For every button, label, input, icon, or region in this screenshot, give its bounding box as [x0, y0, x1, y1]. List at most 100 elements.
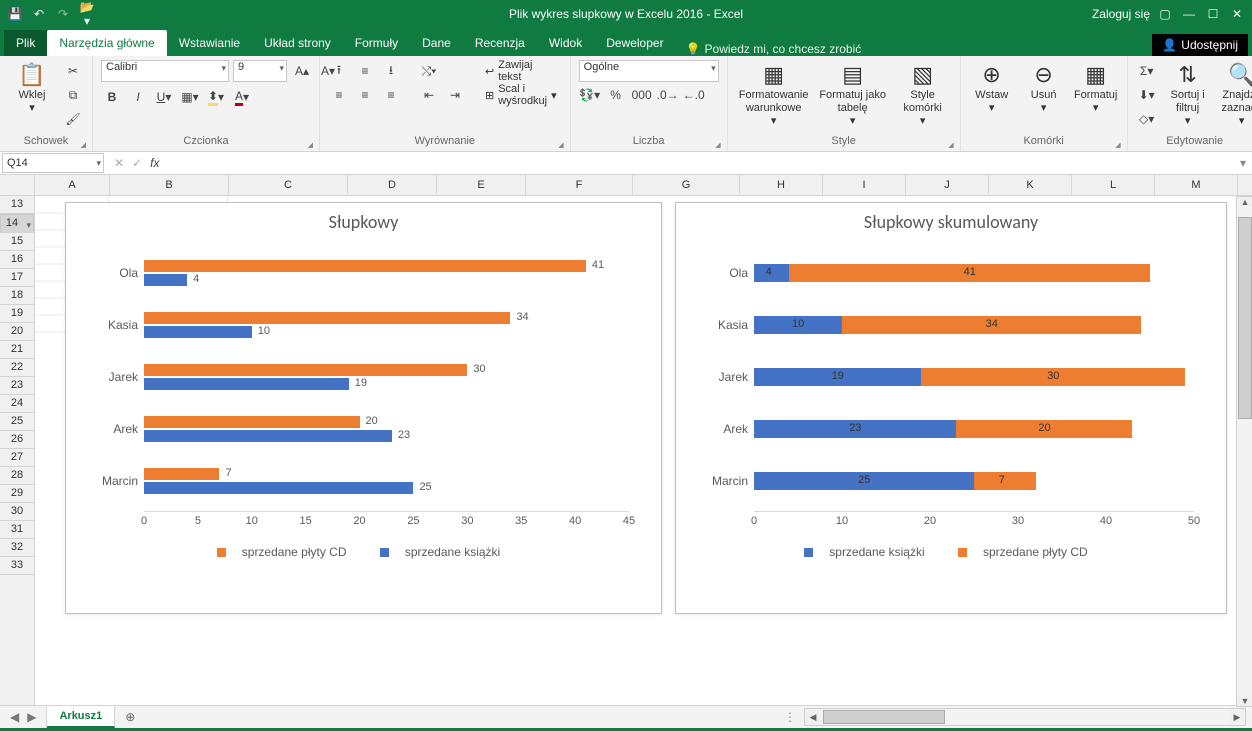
- fill-color-button[interactable]: ⬍▾: [205, 86, 227, 108]
- align-top-icon[interactable]: ⭱: [328, 60, 350, 82]
- tab-developer[interactable]: Deweloper: [594, 30, 675, 56]
- fx-icon[interactable]: fx: [150, 156, 159, 170]
- row-header[interactable]: 30: [0, 503, 34, 521]
- percent-icon[interactable]: %: [605, 84, 627, 106]
- font-size-select[interactable]: 9: [233, 60, 287, 82]
- insert-cells-button[interactable]: ⊕Wstaw▾: [969, 60, 1015, 115]
- share-button[interactable]: 👤 Udostępnij: [1152, 34, 1248, 56]
- tab-review[interactable]: Recenzja: [463, 30, 537, 56]
- tell-me[interactable]: 💡 Powiedz mi, co chcesz zrobić: [686, 42, 862, 56]
- format-painter-icon[interactable]: 🖌: [62, 108, 84, 130]
- row-header[interactable]: 13: [0, 196, 34, 214]
- row-header[interactable]: 32: [0, 539, 34, 557]
- align-center-icon[interactable]: ≡: [354, 84, 376, 106]
- save-icon[interactable]: 💾: [6, 7, 24, 21]
- col-header[interactable]: K: [989, 175, 1072, 195]
- currency-icon[interactable]: 💱▾: [579, 84, 601, 106]
- tab-formulas[interactable]: Formuły: [343, 30, 410, 56]
- cut-icon[interactable]: ✂: [62, 60, 84, 82]
- select-all-corner[interactable]: [0, 175, 35, 195]
- align-left-icon[interactable]: ≡: [328, 84, 350, 106]
- ribbon-options-icon[interactable]: ▢: [1156, 7, 1174, 21]
- tab-insert[interactable]: Wstawianie: [167, 30, 252, 56]
- minimize-icon[interactable]: —: [1180, 7, 1198, 21]
- paste-button[interactable]: 📋 Wklej▾: [8, 60, 56, 115]
- row-header[interactable]: 19: [0, 305, 34, 323]
- orientation-icon[interactable]: ⤭▾: [418, 60, 440, 82]
- col-header[interactable]: C: [229, 175, 348, 195]
- tab-file[interactable]: Plik: [4, 30, 47, 56]
- sheet-tab-active[interactable]: Arkusz1: [47, 706, 115, 728]
- name-box[interactable]: Q14: [2, 153, 104, 173]
- row-header[interactable]: 16: [0, 251, 34, 269]
- col-header[interactable]: F: [526, 175, 633, 195]
- close-icon[interactable]: ✕: [1228, 7, 1246, 21]
- row-header[interactable]: 25: [0, 413, 34, 431]
- row-header[interactable]: 31: [0, 521, 34, 539]
- tab-data[interactable]: Dane: [410, 30, 463, 56]
- undo-icon[interactable]: ↶: [30, 7, 48, 21]
- row-header[interactable]: 26: [0, 431, 34, 449]
- increase-decimal-icon[interactable]: .0→: [657, 84, 679, 106]
- decrease-indent-icon[interactable]: ⇤: [418, 84, 440, 106]
- row-header[interactable]: 15: [0, 233, 34, 251]
- delete-cells-button[interactable]: ⊖Usuń▾: [1021, 60, 1067, 115]
- tab-layout[interactable]: Układ strony: [252, 30, 343, 56]
- signin-link[interactable]: Zaloguj się: [1092, 7, 1150, 21]
- conditional-formatting-button[interactable]: ▦Formatowanie warunkowe▾: [736, 60, 812, 127]
- increase-font-icon[interactable]: A▴: [291, 60, 313, 82]
- spreadsheet-grid[interactable]: Słupkowy Ola414Kasia3410Jarek3019Arek202…: [35, 196, 1252, 705]
- row-header[interactable]: 23: [0, 377, 34, 395]
- format-table-button[interactable]: ▤Formatuj jako tabelę▾: [818, 60, 888, 127]
- chart-stacked-bar[interactable]: Słupkowy skumulowany Ola441Kasia1034Jare…: [675, 202, 1227, 614]
- comma-icon[interactable]: 000: [631, 84, 653, 106]
- maximize-icon[interactable]: ☐: [1204, 7, 1222, 21]
- col-header[interactable]: D: [348, 175, 437, 195]
- clear-icon[interactable]: ◇▾: [1136, 108, 1158, 130]
- chart-grouped-bar[interactable]: Słupkowy Ola414Kasia3410Jarek3019Arek202…: [65, 202, 662, 614]
- bold-button[interactable]: B: [101, 86, 123, 108]
- col-header[interactable]: H: [740, 175, 823, 195]
- col-header[interactable]: J: [906, 175, 989, 195]
- row-header[interactable]: 28: [0, 467, 34, 485]
- copy-icon[interactable]: ⧉: [62, 84, 84, 106]
- row-header[interactable]: 18: [0, 287, 34, 305]
- horizontal-scrollbar[interactable]: ◀ ▶: [804, 708, 1246, 726]
- find-select-button[interactable]: 🔍Znajdź i zaznacz▾: [1218, 60, 1252, 127]
- tab-view[interactable]: Widok: [537, 30, 594, 56]
- sort-filter-button[interactable]: ⇅Sortuj i filtruj▾: [1164, 60, 1212, 127]
- row-header[interactable]: 29: [0, 485, 34, 503]
- row-header[interactable]: 33: [0, 557, 34, 575]
- wrap-text-button[interactable]: ↩ Zawijaj tekst: [480, 60, 562, 82]
- underline-button[interactable]: U▾: [153, 86, 175, 108]
- expand-formula-icon[interactable]: ▾: [1234, 156, 1252, 170]
- align-middle-icon[interactable]: ≡: [354, 60, 376, 82]
- row-header[interactable]: 14: [0, 214, 34, 233]
- open-icon[interactable]: 📂▾: [78, 0, 96, 28]
- format-cells-button[interactable]: ▦Formatuj▾: [1073, 60, 1119, 115]
- col-header[interactable]: A: [35, 175, 110, 195]
- row-header[interactable]: 22: [0, 359, 34, 377]
- sheet-nav-prev-icon[interactable]: ◀: [10, 710, 19, 724]
- col-header[interactable]: B: [110, 175, 229, 195]
- col-header[interactable]: E: [437, 175, 526, 195]
- italic-button[interactable]: I: [127, 86, 149, 108]
- vertical-scrollbar[interactable]: ▲ ▼: [1236, 196, 1252, 705]
- col-header[interactable]: L: [1072, 175, 1155, 195]
- cell-styles-button[interactable]: ▧Style komórki▾: [894, 60, 952, 127]
- border-button[interactable]: ▦▾: [179, 86, 201, 108]
- merge-center-button[interactable]: ⊞ Scal i wyśrodkuj ▾: [480, 84, 562, 106]
- increase-indent-icon[interactable]: ⇥: [444, 84, 466, 106]
- tab-home[interactable]: Narzędzia główne: [47, 30, 166, 56]
- row-header[interactable]: 24: [0, 395, 34, 413]
- fill-icon[interactable]: ⬇▾: [1136, 84, 1158, 106]
- row-header[interactable]: 20: [0, 323, 34, 341]
- autosum-icon[interactable]: Σ▾: [1136, 60, 1158, 82]
- decrease-decimal-icon[interactable]: ←.0: [683, 84, 705, 106]
- font-color-button[interactable]: A▾: [231, 86, 253, 108]
- col-header[interactable]: M: [1155, 175, 1238, 195]
- add-sheet-button[interactable]: ⊕: [115, 706, 145, 728]
- confirm-formula-icon[interactable]: ✓: [132, 156, 142, 170]
- row-header[interactable]: 27: [0, 449, 34, 467]
- align-right-icon[interactable]: ≡: [380, 84, 402, 106]
